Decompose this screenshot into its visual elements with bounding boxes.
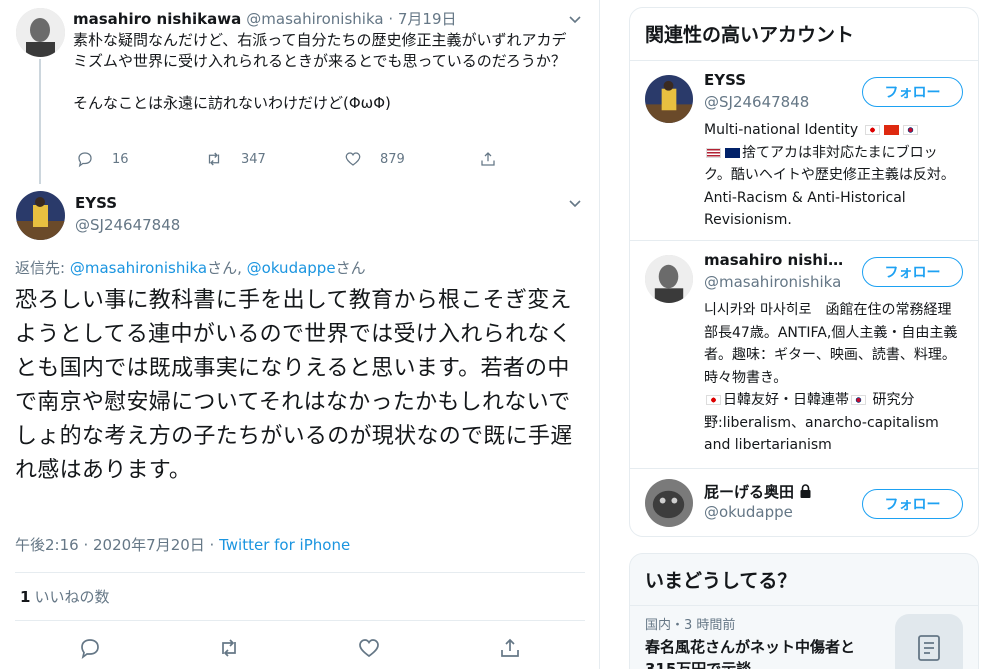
share-button[interactable]	[498, 636, 524, 662]
avatar-okudappe[interactable]	[645, 479, 693, 527]
share-icon	[501, 638, 519, 657]
account-name[interactable]: 屁ーげる奥田	[704, 481, 812, 502]
flag-korea-icon	[902, 125, 918, 135]
parent-author-handle[interactable]: @masahironishika · 7月19日	[246, 10, 456, 28]
divider	[15, 620, 585, 621]
account-handle[interactable]: @okudappe	[704, 503, 793, 521]
tweet-detail-column: masahiro nishikawa @masahironishika · 7月…	[0, 0, 600, 669]
account-handle[interactable]: @SJ24647848	[704, 93, 809, 111]
lock-icon	[800, 484, 811, 498]
flag-australia-icon	[725, 147, 740, 158]
account-name[interactable]: masahiro nishi…	[704, 251, 843, 269]
mention-okudappe[interactable]: @okudappe	[247, 259, 336, 277]
share-button[interactable]	[479, 150, 515, 168]
related-account-okudappe[interactable]: 屁ーげる奥田 @okudappe フォロー	[630, 468, 978, 536]
parent-tweet-header: masahiro nishikawa @masahironishika · 7月…	[73, 8, 457, 29]
retweet-button[interactable]	[217, 636, 243, 662]
trend-meta: 国内・3 時間前	[645, 618, 736, 633]
like-button[interactable]: 879	[344, 150, 405, 168]
reply-count: 16	[112, 151, 129, 167]
related-accounts-card: 関連性の高いアカウント EYSS @SJ24647848 フォロー Multi-…	[629, 7, 979, 537]
account-name[interactable]: EYSS	[704, 71, 746, 89]
avatar-masahiro[interactable]	[16, 8, 65, 57]
account-bio: Multi-national Identity 捨てアカは非対応たまにブロック。…	[704, 119, 964, 232]
follow-button[interactable]: フォロー	[862, 257, 963, 287]
chevron-down-icon[interactable]	[568, 12, 582, 26]
tweet-timestamp[interactable]: 午後2:16 · 2020年7月20日 ·	[15, 536, 219, 554]
retweet-count: 347	[241, 151, 266, 167]
divider	[15, 572, 585, 573]
thread-line	[39, 59, 41, 184]
reply-button[interactable]: 16	[76, 150, 129, 168]
related-accounts-title: 関連性の高いアカウント	[645, 24, 855, 46]
account-name-text: 屁ーげる奥田	[704, 483, 795, 501]
follow-button[interactable]: フォロー	[862, 489, 963, 519]
bio-text: Multi-national Identity	[704, 122, 863, 138]
main-author-handle[interactable]: @SJ24647848	[75, 216, 180, 234]
parent-author-name[interactable]: masahiro nishikawa	[73, 10, 241, 28]
reply-icon	[81, 639, 99, 660]
reply-icon	[78, 152, 92, 168]
flag-japan-icon	[864, 125, 880, 135]
account-handle[interactable]: @masahironishika	[704, 273, 841, 291]
bio-text: 니시카와 마사히로 函館在住の常務経理部長47歳。ANTIFA,個人主義・自由主…	[704, 302, 958, 386]
tweet-meta: 午後2:16 · 2020年7月20日 · Twitter for iPhone	[15, 534, 350, 555]
bio-text: 捨てアカは非対応たまにブロック。酷いヘイトや歴史修正主義は反対。Anti-Rac…	[704, 144, 955, 229]
mention-masahironishika[interactable]: @masahironishika	[70, 259, 207, 277]
like-count: 879	[380, 151, 405, 167]
flag-usa-icon	[706, 147, 721, 158]
share-icon	[481, 152, 495, 166]
divider	[630, 605, 978, 606]
bio-text: 日韓友好・日韓連帯	[723, 392, 849, 408]
main-tweet-text: 恐ろしい事に教科書に手を出して教育から根こそぎ変えようとしてる連中がいるので世界…	[15, 288, 573, 483]
reply-button[interactable]	[78, 636, 104, 662]
tweet-source-link[interactable]: Twitter for iPhone	[219, 536, 350, 554]
avatar-eyss[interactable]	[645, 75, 693, 123]
trends-title: いまどうしてる？	[645, 570, 797, 592]
flag-korea-icon	[851, 395, 866, 405]
like-button[interactable]	[357, 636, 383, 662]
reply-to-label: 返信先:	[15, 259, 70, 277]
retweet-button[interactable]: 347	[205, 150, 266, 168]
related-account-eyss[interactable]: EYSS @SJ24647848 フォロー Multi-national Ide…	[630, 60, 978, 240]
retweet-icon	[222, 639, 236, 657]
avatar-eyss[interactable]	[16, 191, 65, 240]
like-icon	[345, 152, 361, 166]
news-icon	[895, 614, 963, 669]
account-bio: 니시카와 마사히로 函館在住の常務経理部長47歳。ANTIFA,個人主義・自由主…	[704, 299, 964, 457]
retweet-icon	[208, 152, 220, 166]
avatar-masahiro[interactable]	[645, 255, 693, 303]
related-account-masahiro[interactable]: masahiro nishi… @masahironishika フォロー 니시…	[630, 240, 978, 468]
likes-summary[interactable]: 1 いいねの数	[20, 586, 109, 607]
follow-button[interactable]: フォロー	[862, 77, 963, 107]
likes-label: いいねの数	[34, 588, 110, 606]
honorific-2: さん	[335, 259, 366, 277]
chevron-down-icon[interactable]	[568, 196, 582, 210]
likes-count: 1	[20, 588, 31, 606]
main-author-name[interactable]: EYSS	[75, 194, 117, 212]
trends-card: いまどうしてる？ 国内・3 時間前 春名風花さんがネット中傷者と315万円で示談	[629, 553, 979, 669]
honorific-1: さん,	[207, 259, 247, 277]
parent-tweet-text: 素朴な疑問なんだけど、右派って自分たちの歴史修正主義がいずれアカデミズムや世界に…	[73, 31, 567, 112]
trend-headline[interactable]: 春名風花さんがネット中傷者と315万円で示談	[645, 636, 885, 669]
reply-to-line: 返信先: @masahironishikaさん, @okudappeさん	[15, 257, 366, 278]
flag-china-icon	[883, 125, 899, 135]
flag-japan-icon	[706, 395, 721, 405]
like-icon	[359, 639, 379, 658]
